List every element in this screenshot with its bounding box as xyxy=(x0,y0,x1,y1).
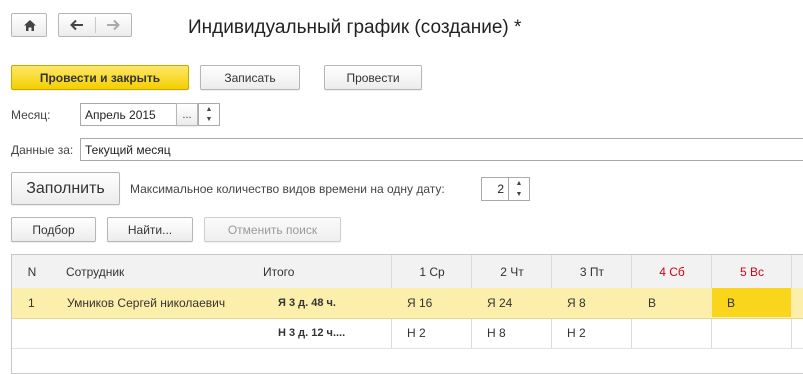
header-day-2[interactable]: 2 Чт xyxy=(472,255,552,288)
day-2-cell[interactable]: Н 8 xyxy=(487,318,551,347)
spin-down-icon[interactable]: ▼ xyxy=(509,189,529,200)
spin-up-icon[interactable]: ▲ xyxy=(509,178,529,189)
header-n[interactable]: N xyxy=(12,255,52,288)
day-5-cell[interactable] xyxy=(727,318,791,347)
max-types-spinner[interactable]: ▲ ▼ xyxy=(508,177,530,201)
forward-button[interactable] xyxy=(96,14,132,36)
day-3-cell[interactable]: Я 8 xyxy=(567,288,631,317)
table-header: N Сотрудник Итого 1 Ср 2 Чт 3 Пт 4 Сб 5 … xyxy=(12,255,803,289)
total-cell[interactable]: Н 3 д. 12 ч.... xyxy=(278,318,388,347)
table-row[interactable]: Н 3 д. 12 ч.... Н 2 Н 8 Н 2 xyxy=(12,318,803,349)
month-spinner[interactable]: ▲ ▼ xyxy=(198,103,220,126)
row-number[interactable]: 1 xyxy=(28,288,52,317)
data-for-field[interactable]: Текущий месяц xyxy=(80,138,803,161)
total-cell[interactable]: Я 3 д. 48 ч. xyxy=(278,288,388,317)
home-icon xyxy=(24,20,36,31)
table-row[interactable]: 1 Умников Сергей николаевич Я 3 д. 48 ч.… xyxy=(12,288,803,319)
back-button[interactable] xyxy=(59,14,95,36)
data-for-label: Данные за: xyxy=(11,143,74,157)
history-nav xyxy=(58,13,132,37)
page-title: Индивидуальный график (создание) * xyxy=(188,17,522,38)
post-button[interactable]: Провести xyxy=(324,65,422,90)
post-and-close-button[interactable]: Провести и закрыть xyxy=(11,65,189,90)
pick-button[interactable]: Подбор xyxy=(11,217,96,242)
spin-down-icon[interactable]: ▼ xyxy=(199,115,219,126)
day-1-cell[interactable]: Я 16 xyxy=(407,288,471,317)
max-types-field[interactable]: 2 xyxy=(481,177,509,201)
day-5-cell[interactable]: В xyxy=(727,288,791,317)
schedule-table: N Сотрудник Итого 1 Ср 2 Чт 3 Пт 4 Сб 5 … xyxy=(11,254,803,374)
month-field[interactable]: Апрель 2015 xyxy=(80,103,177,126)
fill-button[interactable]: Заполнить xyxy=(11,172,120,205)
month-select-button[interactable]: ... xyxy=(176,103,198,126)
day-4-cell[interactable] xyxy=(648,318,712,347)
row-number[interactable] xyxy=(28,318,52,347)
day-1-cell[interactable]: Н 2 xyxy=(407,318,471,347)
day-4-cell[interactable]: В xyxy=(648,288,712,317)
spin-up-icon[interactable]: ▲ xyxy=(199,104,219,115)
employee-name[interactable]: Умников Сергей николаевич xyxy=(67,288,262,317)
day-2-cell[interactable]: Я 24 xyxy=(487,288,551,317)
header-day-1[interactable]: 1 Ср xyxy=(392,255,472,288)
arrow-left-icon xyxy=(70,19,83,31)
day-3-cell[interactable]: Н 2 xyxy=(567,318,631,347)
arrow-right-icon xyxy=(107,19,120,31)
employee-name[interactable] xyxy=(67,318,262,347)
header-day-3[interactable]: 3 Пт xyxy=(552,255,632,288)
cancel-search-button[interactable]: Отменить поиск xyxy=(204,217,341,242)
home-button[interactable] xyxy=(11,13,47,37)
save-button[interactable]: Записать xyxy=(200,65,300,90)
month-label: Месяц: xyxy=(11,108,51,122)
header-day-5[interactable]: 5 Вс xyxy=(712,255,792,288)
max-types-label: Максимальное количество видов времени на… xyxy=(130,182,445,196)
header-day-4[interactable]: 4 Сб xyxy=(632,255,712,288)
header-employee[interactable]: Сотрудник xyxy=(66,255,256,288)
find-button[interactable]: Найти... xyxy=(107,217,193,242)
header-total[interactable]: Итого xyxy=(263,255,388,288)
